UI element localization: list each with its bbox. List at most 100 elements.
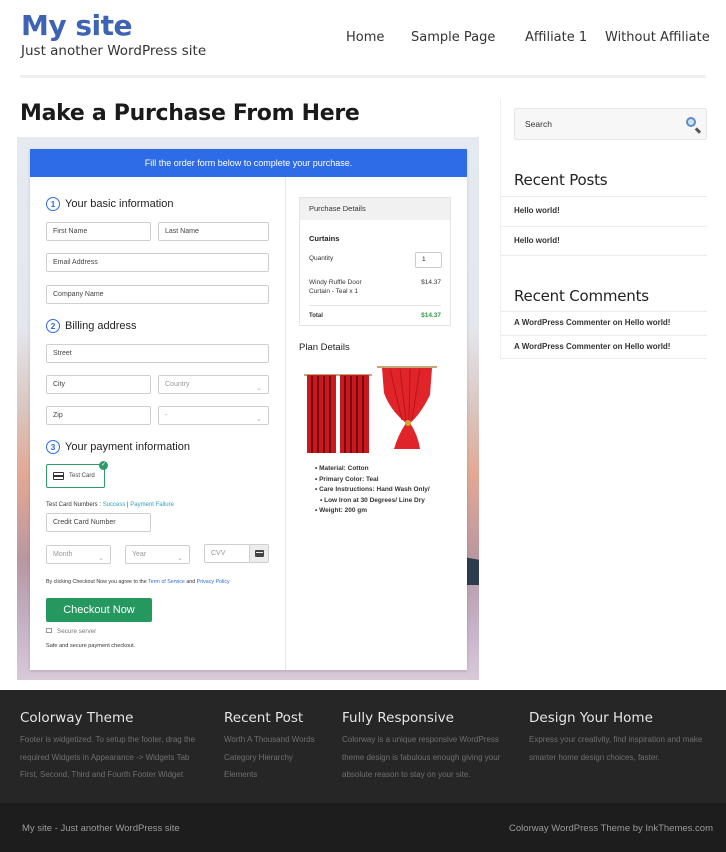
company-input[interactable]: Company Name [46,285,269,304]
footer-line: absolute reason to stay on your site. [342,770,471,779]
feature-item: Care Instructions: Hand Wash Only/ [315,485,430,496]
search-input[interactable]: Search [514,108,707,140]
state-select[interactable]: - ⌄ [158,406,269,425]
nav-without-affiliate[interactable]: Without Affiliate [605,30,710,45]
step-number-icon: 1 [46,197,60,211]
check-icon: ✓ [99,461,108,470]
test-card-numbers: Test Card Numbers : Success | Payment Fa… [46,502,174,508]
card-number-input[interactable]: Credit Card Number [46,513,151,532]
recent-post-link[interactable]: Hello world! [501,226,707,256]
footer-line: smarter home design choices, faster. [529,752,660,762]
sidebar: Search Recent Posts Hello world! Hello w… [500,99,707,359]
payment-method-test-card[interactable]: Test Card ✓ [46,461,108,488]
footer-widgets: Colorway Theme Footer is widgetized. To … [0,690,726,803]
year-select[interactable]: Year ⌄ [125,545,190,564]
test-success-link[interactable]: Success [103,502,126,508]
footer-col-title: Fully Responsive [342,710,454,726]
curtains-product-image [304,366,437,453]
last-name-input[interactable]: Last Name [158,222,269,241]
step-number-icon: 3 [46,440,60,454]
footer-post-link[interactable]: Elements [224,766,315,784]
test-card-label: Test Card Numbers : [46,502,103,508]
page-title: Make a Purchase From Here [20,101,360,126]
total-value: $14.37 [421,312,441,319]
nav-home[interactable]: Home [346,30,384,45]
month-select[interactable]: Month ⌄ [46,545,111,564]
year-select-value: Year [132,551,147,558]
recent-post-link[interactable]: Hello world! [501,196,707,226]
street-input[interactable]: Street [46,344,269,363]
footer-col-title: Design Your Home [529,710,653,726]
month-select-value: Month [53,551,73,558]
product-group: Curtains [309,234,340,243]
quantity-input[interactable]: 1 [415,252,442,268]
cvv-card-icon [249,545,268,562]
state-select-value: - [165,412,168,419]
footer-post-link[interactable]: Worth A Thousand Words [224,731,315,749]
search-placeholder: Search [525,119,552,129]
email-input[interactable]: Email Address [46,253,269,272]
feature-item: Material: Cotton [315,464,430,475]
plan-features-list: Material: Cotton Primary Color: Teal Car… [315,464,430,517]
curtain-panels-pair [304,374,372,453]
feature-item: Primary Color: Teal [315,475,430,486]
step-billing-address: 2 Billing address [46,319,137,333]
footer-line: First, Second, Third and Fourth Footer W… [20,770,184,779]
footer-bottom-bar: My site - Just another WordPress site Co… [0,803,726,852]
recent-posts-title: Recent Posts [514,171,608,189]
zip-input[interactable]: Zip [46,406,151,425]
credit-card-icon [53,472,64,480]
city-input[interactable]: City [46,375,151,394]
step-basic-info: 1 Your basic information [46,197,173,211]
footer-col-responsive: Fully Responsive Colorway is a unique re… [342,710,500,784]
privacy-link[interactable]: Privacy Policy [197,579,230,585]
chevron-down-icon: ⌄ [177,555,183,562]
cvv-input[interactable]: CVV [204,544,269,563]
test-failure-link[interactable]: Payment Failure [130,502,174,508]
footer-col-title: Colorway Theme [20,710,134,726]
order-form-card: Fill the order form below to complete yo… [30,149,467,670]
agreement-and: and [184,579,197,585]
terms-link[interactable]: Term of Service [148,579,185,585]
footer-line: theme design is fabulous enough giving y… [342,752,501,762]
secure-server-label: Secure server [57,628,97,635]
plan-details-title: Plan Details [299,342,350,353]
chevron-down-icon: ⌄ [256,385,262,392]
item-name-line1: Windy Ruffle Door [309,279,362,286]
nav-sample-page[interactable]: Sample Page [411,30,495,45]
footer-post-link[interactable]: Category Hierarchy [224,749,315,767]
cvv-placeholder: CVV [211,550,226,557]
feature-continuation: Low Iron at 30 Degrees/ Line Dry [324,496,425,504]
agreement-prefix: By clicking Checkout Now you agree to th… [46,579,149,585]
search-icon[interactable] [686,117,696,127]
curtain-tied-back [377,366,437,449]
payment-method-label: Test Card [69,473,95,479]
purchase-details-box: Purchase Details Curtains Quantity 1 Win… [299,197,451,326]
footer-line: required Widgets in Appearance -> Widget… [20,752,190,762]
checkout-now-button[interactable]: Checkout Now [46,598,152,622]
order-form-left: 1 Your basic information First Name Last… [30,177,286,670]
country-select[interactable]: Country ⌄ [158,375,269,394]
footer-col-recent-post: Recent Post Worth A Thousand Words Categ… [224,710,315,784]
first-name-input[interactable]: First Name [46,222,151,241]
feature-item-continued: Low Iron at 30 Degrees/ Line Dry [315,496,430,507]
nav-affiliate-1[interactable]: Affiliate 1 [525,30,587,45]
item-price: $14.37 [421,279,441,286]
secure-note: Safe and secure payment checkout. [46,643,136,649]
footer-col-title: Recent Post [224,710,304,726]
total-label: Total [309,313,323,319]
step-label: Your basic information [65,198,174,210]
lock-icon [46,627,52,633]
recent-comment-link[interactable]: A WordPress Commenter on Hello world! [501,311,707,335]
site-tagline: Just another WordPress site [21,43,207,59]
step-number-icon: 2 [46,319,60,333]
form-banner: Fill the order form below to complete yo… [30,149,467,177]
footer-line: Footer is widgetized. To setup the foote… [20,735,196,744]
footer-line: Express your creativity, find inspiratio… [529,735,703,744]
site-title[interactable]: My site [21,9,133,42]
feature-item: Weight: 200 gm [315,506,430,517]
footer-site-credit: My site - Just another WordPress site [22,823,180,834]
recent-comment-link[interactable]: A WordPress Commenter on Hello world! [501,335,707,359]
footer-theme-credit[interactable]: Colorway WordPress Theme by InkThemes.co… [509,823,713,834]
quantity-label: Quantity [309,255,334,262]
